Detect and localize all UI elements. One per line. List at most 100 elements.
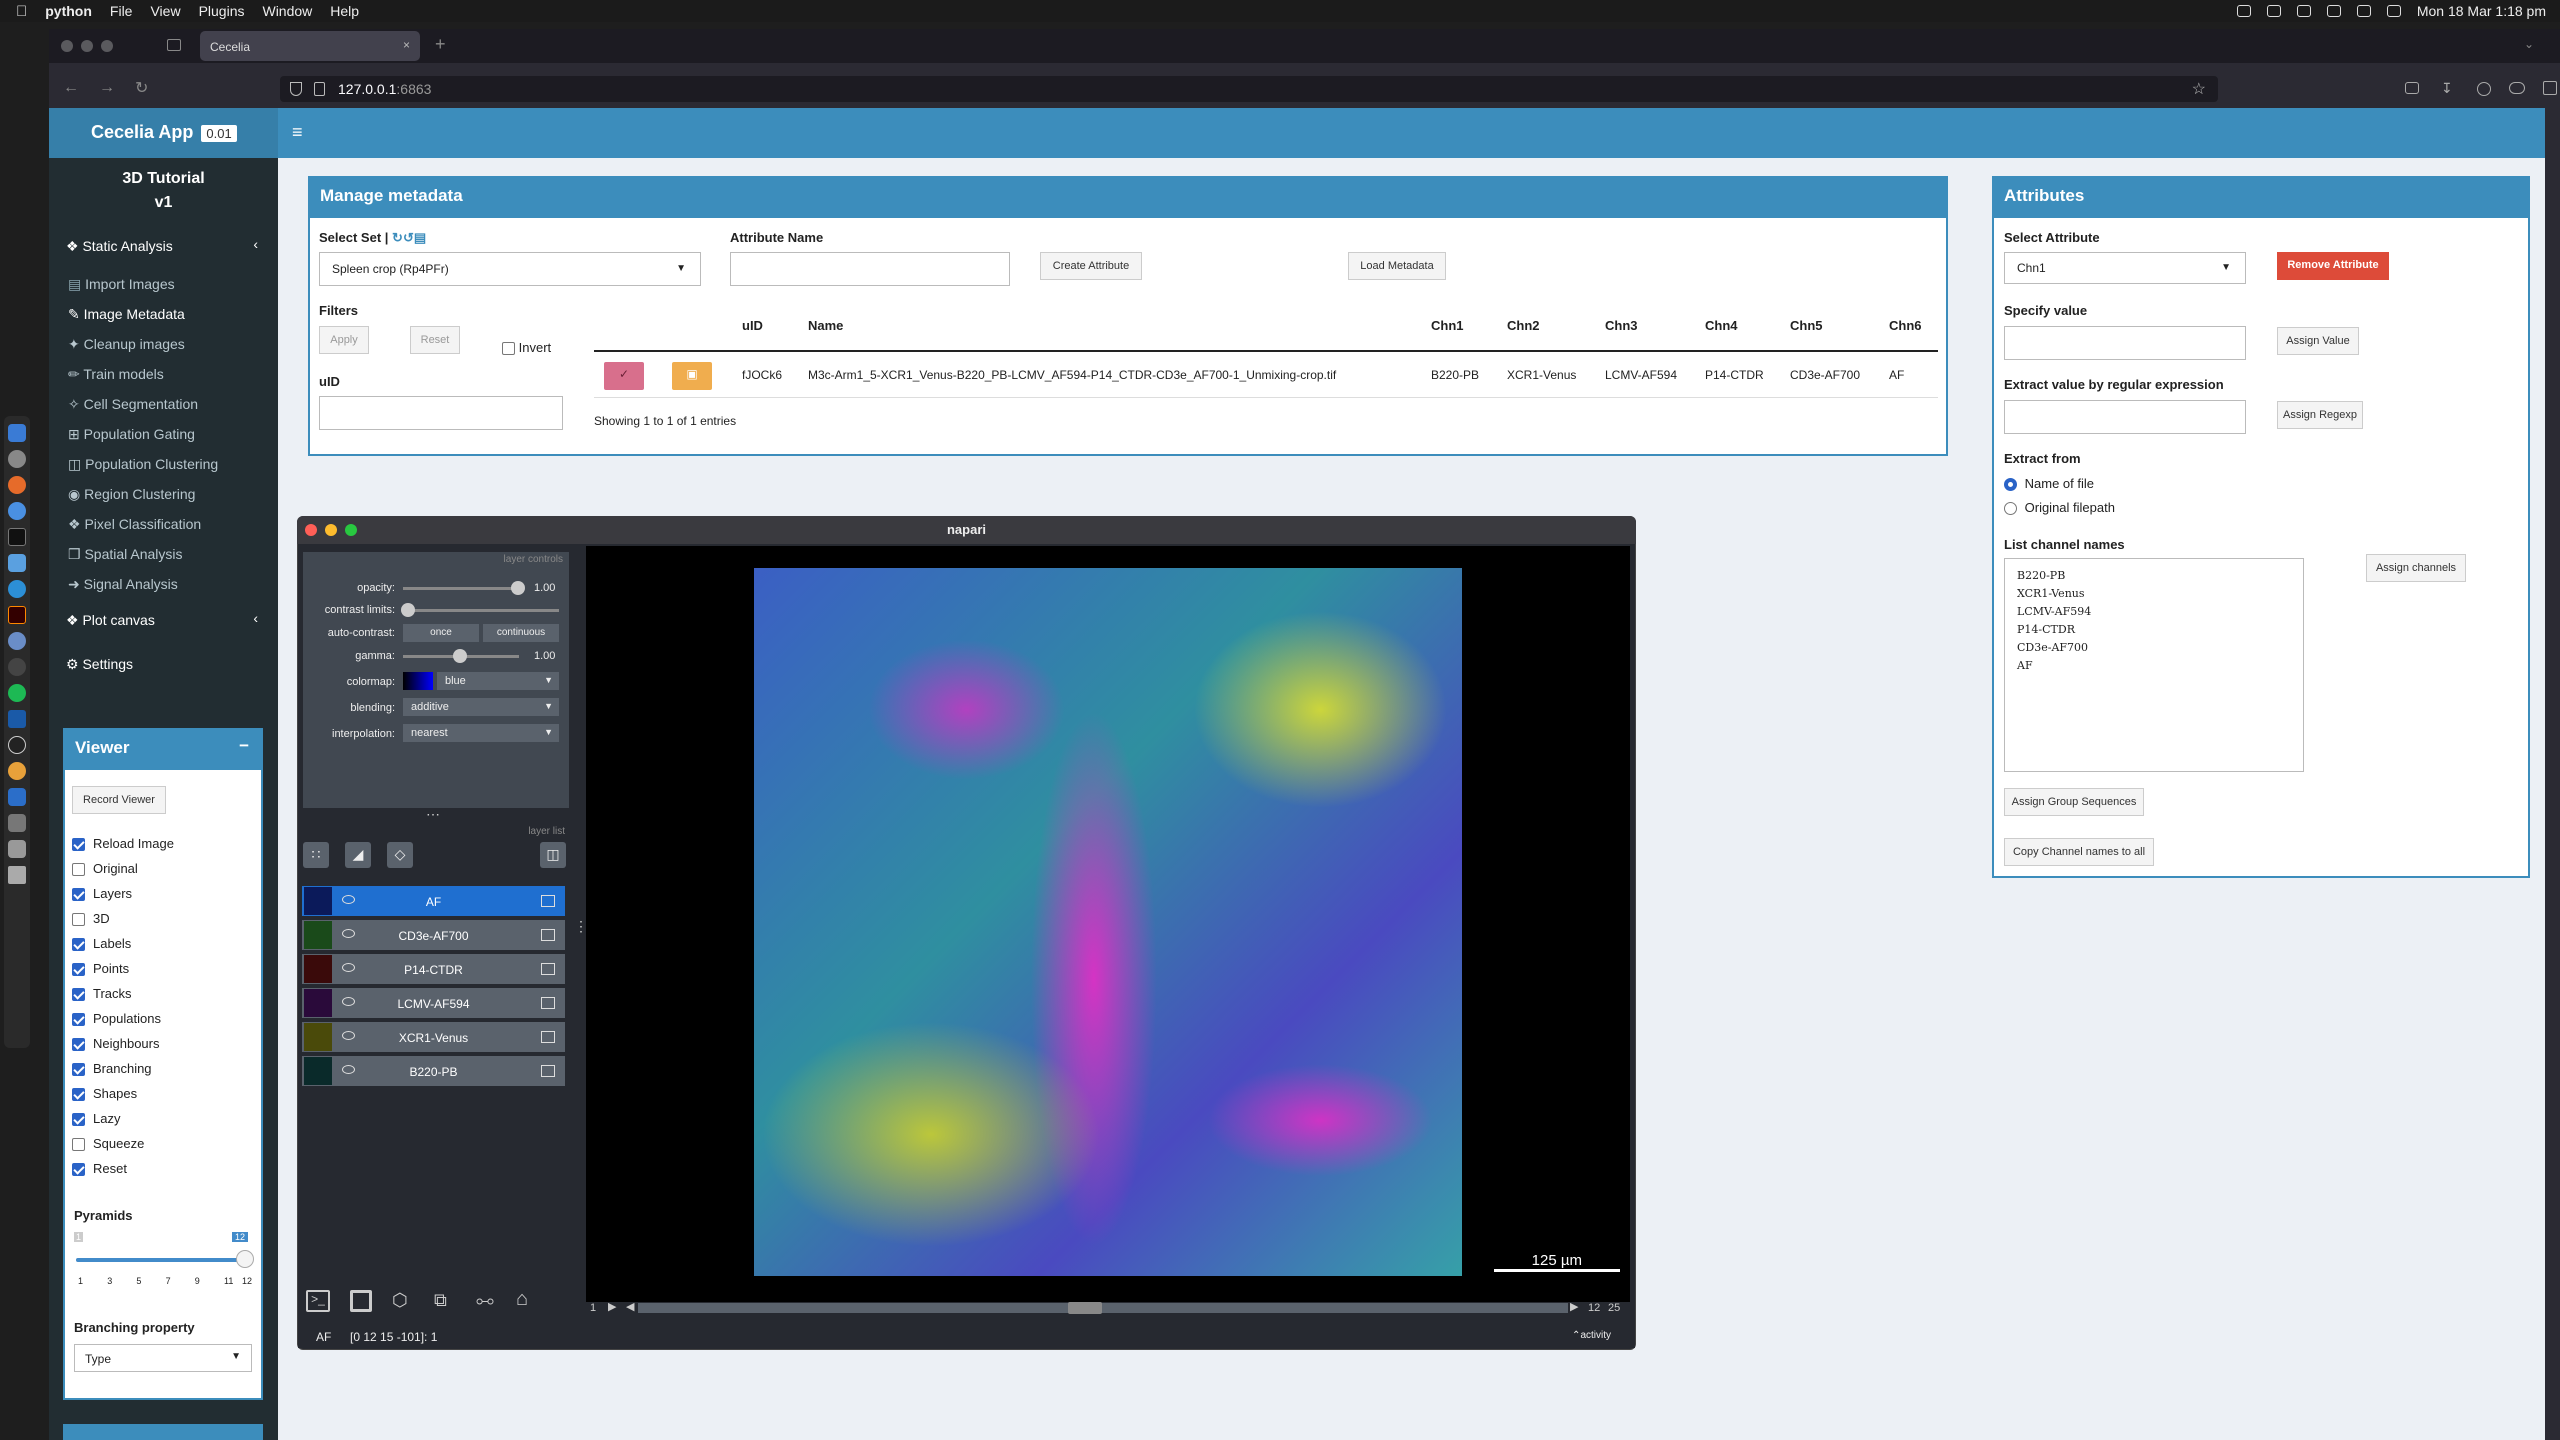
extract-option-name-of-file[interactable]: Name of file (2004, 476, 2094, 492)
activity-button[interactable]: ⌃activity (1572, 1330, 1611, 1341)
checkbox[interactable] (72, 1138, 85, 1152)
sidebar-item-image-metadata[interactable]: ✎ Image Metadata (68, 306, 185, 323)
column-header-chn1[interactable]: Chn1 (1431, 318, 1464, 333)
dock-app-icon[interactable] (8, 424, 26, 442)
step-forward-icon[interactable]: ▶ (1570, 1300, 1578, 1313)
layer-row-lcmv-af594[interactable]: LCMV-AF594 (302, 988, 565, 1018)
tab-overview-icon[interactable] (167, 39, 181, 51)
layer-row-p14-ctdr[interactable]: P14-CTDR (302, 954, 565, 984)
app-logo[interactable]: Cecelia App 0.01 (49, 108, 278, 158)
checkbox[interactable] (72, 1163, 85, 1177)
microscopy-image[interactable] (754, 568, 1462, 1276)
refresh-icon[interactable]: ↻ (392, 230, 403, 245)
collapse-chevron-icon[interactable]: ‹ (253, 610, 258, 626)
layer-row-cd3e-af700[interactable]: CD3e-AF700 (302, 920, 565, 950)
dims-handle[interactable] (1068, 1302, 1102, 1314)
create-attribute-button[interactable]: Create Attribute (1040, 252, 1142, 280)
pyramids-slider[interactable]: 1 12 1 3 5 7 9 11 12 (74, 1220, 254, 1286)
napari-minimize-button[interactable] (325, 524, 337, 536)
wifi-icon[interactable] (2326, 5, 2341, 17)
checkbox[interactable] (72, 963, 85, 977)
sidebar-item-population-clustering[interactable]: ◫ Population Clustering (68, 456, 218, 473)
window-minimize-button[interactable] (81, 40, 93, 52)
apple-icon[interactable]:  (16, 3, 27, 20)
transpose-button[interactable]: ⧉ (434, 1290, 447, 1311)
new-tab-button[interactable]: + (435, 34, 446, 55)
checkbox[interactable] (72, 838, 85, 852)
viewer-option-points[interactable]: Points (72, 961, 129, 977)
column-header-chn2[interactable]: Chn2 (1507, 318, 1540, 333)
assign-channels-button[interactable]: Assign channels (2366, 554, 2466, 582)
browser-tab[interactable]: Cecelia × (200, 31, 420, 61)
menu-plugins[interactable]: Plugins (199, 3, 245, 19)
dock-app-icon[interactable] (8, 736, 26, 754)
copy-channel-names-button[interactable]: Copy Channel names to all (2004, 838, 2154, 866)
dock-app-icon[interactable] (8, 450, 26, 468)
opacity-handle[interactable] (511, 581, 525, 595)
radio-selected[interactable] (2004, 478, 2017, 492)
record-viewer-button[interactable]: Record Viewer (72, 786, 166, 814)
specify-value-input[interactable] (2004, 326, 2246, 360)
assign-group-sequences-button[interactable]: Assign Group Sequences (2004, 788, 2144, 816)
step-back-icon[interactable]: ◀ (626, 1300, 634, 1313)
new-shapes-layer-button[interactable]: ◢ (345, 842, 371, 868)
ndisplay-button[interactable] (350, 1290, 372, 1312)
interpolation-select[interactable]: nearest ▼ (403, 724, 559, 742)
viewer-option-original[interactable]: Original (72, 861, 138, 877)
viewer-option-populations[interactable]: Populations (72, 1011, 161, 1027)
home-button[interactable]: ⌂ (516, 1288, 528, 1311)
checkbox[interactable] (72, 888, 85, 902)
clock[interactable]: Mon 18 Mar 1:18 pm (2417, 3, 2546, 19)
dock-app-icon[interactable] (8, 632, 26, 650)
screen-icon[interactable] (2236, 5, 2251, 17)
viewer-option-branching[interactable]: Branching (72, 1061, 152, 1077)
tab-list-icon[interactable]: ⌄ (2524, 37, 2534, 51)
new-labels-layer-button[interactable]: ◇ (387, 842, 413, 868)
viewer-option-reload-image[interactable]: Reload Image (72, 836, 174, 852)
column-header-chn5[interactable]: Chn5 (1790, 318, 1823, 333)
viewer-option-labels[interactable]: Labels (72, 936, 131, 952)
sidebar-settings[interactable]: ⚙ Settings (66, 656, 133, 673)
uid-filter-input[interactable] (319, 396, 563, 430)
collapse-chevron-icon[interactable]: ‹ (253, 236, 258, 252)
menu-help[interactable]: Help (330, 3, 359, 19)
column-header-chn3[interactable]: Chn3 (1605, 318, 1638, 333)
search-icon[interactable] (2356, 5, 2371, 17)
sidebar-item-region-clustering[interactable]: ◉ Region Clustering (68, 486, 195, 503)
dock-app-icon[interactable] (8, 710, 26, 728)
checkbox[interactable] (72, 863, 85, 877)
menu-app-name[interactable]: python (45, 3, 92, 19)
invert-check[interactable] (502, 342, 515, 356)
auto-contrast-once-button[interactable]: once (403, 624, 479, 642)
column-header-name[interactable]: Name (808, 318, 843, 333)
contrast-limits-slider[interactable] (403, 609, 559, 612)
auto-contrast-continuous-button[interactable]: continuous (483, 624, 559, 642)
extract-option-original-filepath[interactable]: Original filepath (2004, 500, 2115, 516)
delete-layer-button[interactable]: ◫ (540, 842, 566, 868)
cloud-icon[interactable] (2266, 5, 2281, 17)
url-bar[interactable]: 127.0.0.1:6863 ☆ (280, 76, 2218, 102)
sidebar-static-analysis[interactable]: ❖ Static Analysis ‹ (66, 236, 266, 255)
viewer-option-shapes[interactable]: Shapes (72, 1086, 137, 1102)
row-image-button[interactable]: ▣ (672, 362, 712, 390)
row-action-button[interactable]: ✓ (604, 362, 644, 390)
layer-row-b220-pb[interactable]: B220-PB (302, 1056, 565, 1086)
sidebar-item-cell-segmentation[interactable]: ✧ Cell Segmentation (68, 396, 198, 413)
dock-app-icon[interactable] (8, 684, 26, 702)
layer-row-xcr1-venus[interactable]: XCR1-Venus (302, 1022, 565, 1052)
account-icon[interactable] (2477, 82, 2491, 96)
table-row[interactable]: ✓ ▣ fJOCk6 M3c-Arm1_5-XCR1_Venus-B220_PB… (594, 354, 1938, 398)
dock-app-icon[interactable] (8, 476, 26, 494)
checkbox[interactable] (72, 1113, 85, 1127)
dock-app-icon[interactable] (8, 762, 26, 780)
forward-icon[interactable]: → (99, 79, 115, 97)
splitter-handle-icon[interactable]: ⋯ (426, 806, 440, 823)
control-center-icon[interactable] (2386, 5, 2401, 17)
checkbox[interactable] (72, 1013, 85, 1027)
dropbox-icon[interactable] (2296, 5, 2311, 17)
console-button[interactable]: >_ (306, 1290, 330, 1312)
page-icon[interactable] (314, 82, 325, 96)
sync-icon[interactable] (2509, 82, 2525, 94)
opacity-slider[interactable] (403, 587, 519, 590)
viewer-option-3d[interactable]: 3D (72, 911, 110, 927)
